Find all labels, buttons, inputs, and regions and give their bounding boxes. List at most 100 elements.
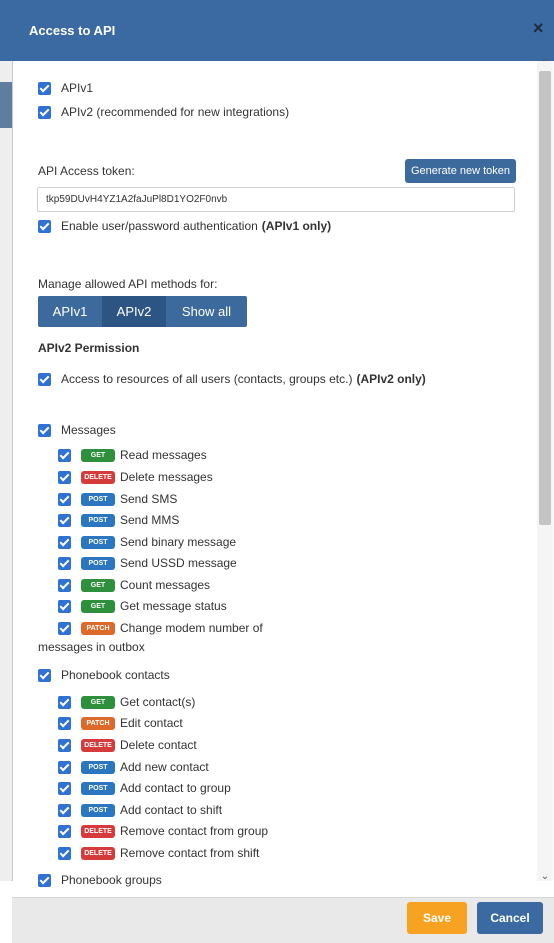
permission-checkbox[interactable] [58, 781, 71, 795]
groups-group[interactable]: Phonebook groups [38, 873, 162, 887]
post-method-badge: POST [81, 513, 115, 527]
auth-label-note: (APIv1 only) [261, 219, 332, 233]
permission-item[interactable]: GET Count messages [58, 578, 210, 592]
permission-checkbox[interactable] [58, 556, 71, 570]
messages-checkbox[interactable] [38, 423, 51, 437]
permission-checkbox[interactable] [58, 760, 71, 774]
token-field[interactable]: tkp59DUvH4YZ1A2faJuPl8D1YO2F0nvb [37, 187, 515, 212]
permission-checkbox[interactable] [58, 621, 71, 635]
permission-label: Change modem number of [120, 621, 263, 635]
tab-show-all[interactable]: Show all [166, 296, 247, 327]
post-method-badge: POST [81, 760, 115, 774]
tab-apiv1[interactable]: APIv1 [38, 296, 102, 327]
all-users-option[interactable]: Access to resources of all users (contac… [38, 372, 426, 386]
manage-label: Manage allowed API methods for: [38, 277, 218, 291]
permission-item[interactable]: POST Send SMS [58, 492, 177, 506]
permission-label: Send binary message [120, 535, 237, 549]
background-strip [0, 61, 13, 881]
permission-checkbox[interactable] [58, 492, 71, 506]
scrollbar-thumb[interactable] [539, 71, 551, 525]
permission-label: Add new contact [120, 760, 209, 774]
permission-item[interactable]: POST Add contact to shift [58, 803, 222, 817]
delete-method-badge: DELETE [81, 824, 115, 838]
scroll-up-icon[interactable]: ⌃ [539, 58, 551, 70]
permission-item[interactable]: GET Read messages [58, 448, 207, 462]
permission-label: Delete contact [120, 738, 197, 752]
patch-method-badge: PATCH [81, 716, 115, 730]
contacts-group[interactable]: Phonebook contacts [38, 668, 170, 682]
tab-apiv2[interactable]: APIv2 [102, 296, 166, 327]
auth-label: Enable user/password authentication [61, 219, 258, 233]
auth-option[interactable]: Enable user/password authentication (API… [38, 219, 331, 233]
permission-item[interactable]: DELETE Remove contact from shift [58, 846, 259, 860]
all-users-checkbox[interactable] [38, 372, 51, 386]
permission-checkbox[interactable] [58, 738, 71, 752]
permission-checkbox[interactable] [58, 470, 71, 484]
post-method-badge: POST [81, 556, 115, 570]
permission-checkbox[interactable] [58, 513, 71, 527]
patch-method-badge: PATCH [81, 621, 115, 635]
permission-checkbox[interactable] [58, 824, 71, 838]
contacts-heading: Phonebook contacts [61, 668, 170, 682]
delete-method-badge: DELETE [81, 738, 115, 752]
get-method-badge: GET [81, 448, 115, 462]
permission-checkbox[interactable] [58, 695, 71, 709]
permission-checkbox[interactable] [58, 578, 71, 592]
apiv2-checkbox[interactable] [38, 105, 51, 119]
permission-checkbox[interactable] [58, 803, 71, 817]
permission-checkbox[interactable] [58, 535, 71, 549]
get-method-badge: GET [81, 599, 115, 613]
permission-checkbox[interactable] [58, 716, 71, 730]
apiv1-checkbox[interactable] [38, 81, 51, 95]
auth-checkbox[interactable] [38, 219, 51, 233]
dialog-title: Access to API [29, 23, 116, 38]
api-version-tabs: APIv1 APIv2 Show all [38, 296, 247, 327]
messages-group[interactable]: Messages [38, 423, 116, 437]
permission-label-continued: messages in outbox [38, 640, 145, 654]
permission-heading: APIv2 Permission [38, 341, 140, 355]
delete-method-badge: DELETE [81, 470, 115, 484]
permission-item[interactable]: PATCH Edit contact [58, 716, 183, 730]
permission-label: Get contact(s) [120, 695, 196, 709]
permission-label: Send USSD message [120, 556, 237, 570]
all-users-label-note: (APIv2 only) [356, 372, 426, 386]
permission-checkbox[interactable] [58, 448, 71, 462]
permission-label: Add contact to shift [120, 803, 223, 817]
permission-item[interactable]: DELETE Remove contact from group [58, 824, 268, 838]
permission-item[interactable]: PATCH Change modem number of [58, 621, 263, 635]
generate-token-button[interactable]: Generate new token [405, 159, 516, 183]
get-method-badge: GET [81, 695, 115, 709]
permission-label: Send MMS [120, 513, 180, 527]
contacts-checkbox[interactable] [38, 668, 51, 682]
close-icon[interactable]: × [533, 18, 544, 38]
apiv2-option[interactable]: APIv2 (recommended for new integrations) [38, 105, 289, 119]
permission-item[interactable]: GET Get message status [58, 599, 227, 613]
permission-item[interactable]: POST Send binary message [58, 535, 236, 549]
apiv1-option[interactable]: APIv1 [38, 81, 93, 95]
permission-item[interactable]: POST Add contact to group [58, 781, 231, 795]
permission-item[interactable]: POST Send USSD message [58, 556, 237, 570]
permission-item[interactable]: POST Add new contact [58, 760, 209, 774]
post-method-badge: POST [81, 492, 115, 506]
permission-label: Edit contact [120, 716, 183, 730]
permission-item[interactable]: GET Get contact(s) [58, 695, 195, 709]
all-users-label: Access to resources of all users (contac… [61, 372, 353, 386]
post-method-badge: POST [81, 803, 115, 817]
permission-item[interactable]: POST Send MMS [58, 513, 179, 527]
permission-checkbox[interactable] [58, 846, 71, 860]
groups-checkbox[interactable] [38, 873, 51, 887]
cancel-button[interactable]: Cancel [477, 902, 543, 934]
permission-label: Get message status [120, 599, 227, 613]
permission-label: Add contact to group [120, 781, 231, 795]
scroll-down-icon[interactable]: ⌄ [539, 871, 551, 883]
permission-label: Send SMS [120, 492, 178, 506]
permission-item[interactable]: DELETE Delete contact [58, 738, 197, 752]
permission-label: Delete messages [120, 470, 213, 484]
background-accent [0, 82, 12, 128]
save-button[interactable]: Save [407, 902, 467, 934]
permission-label: Count messages [120, 578, 211, 592]
delete-method-badge: DELETE [81, 846, 115, 860]
permission-checkbox[interactable] [58, 599, 71, 613]
get-method-badge: GET [81, 578, 115, 592]
permission-item[interactable]: DELETE Delete messages [58, 470, 213, 484]
